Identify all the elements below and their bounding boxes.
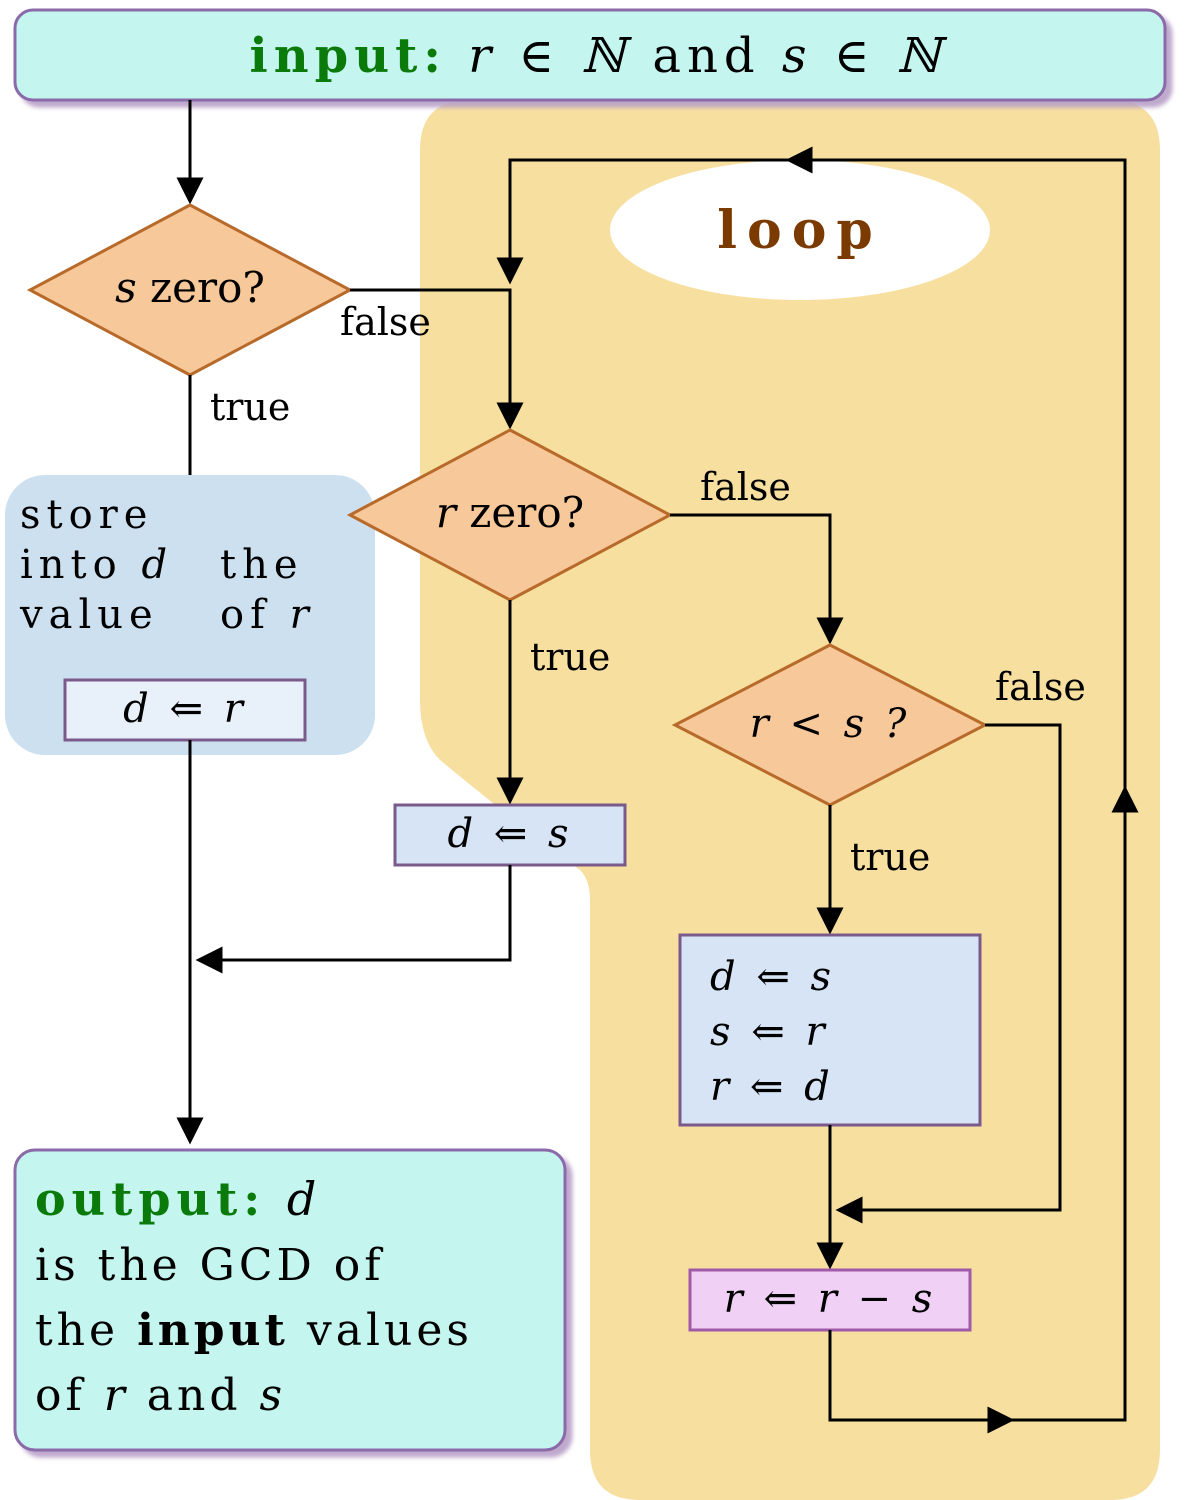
input-s-expr: s ∈ ℕ (782, 28, 948, 84)
label-szero-true: true (210, 385, 290, 429)
label-szero-false: false (340, 300, 431, 344)
decision-s-zero-text: s zero? (115, 263, 265, 312)
svg-text:output: d: output: d (35, 1172, 322, 1226)
label-rlts-true: true (850, 835, 930, 879)
label-rzero-false: false (700, 465, 791, 509)
output-d: d (287, 1172, 322, 1226)
swap-l3: r ⇐ d (710, 1064, 834, 1110)
output-l3a: the (35, 1305, 119, 1356)
output-l3c: values (306, 1305, 473, 1356)
svg-text:d ⇐ s s ⇐ r r ⇐ d: d ⇐ s s ⇐ r r ⇐ d (710, 954, 852, 1110)
output-label: output: (35, 1172, 266, 1226)
assign-d-r-text: d ⇐ r (123, 686, 247, 732)
decision-r-zero-text: r zero? (436, 488, 584, 537)
output-l3b: input (137, 1305, 289, 1356)
swap-l1: d ⇐ s (710, 954, 835, 1000)
store-l2b: the (220, 542, 304, 588)
label-rzero-true: true (530, 635, 610, 679)
svg-text:the input: the input values (35, 1305, 473, 1356)
svg-text:input: r ∈ ℕ: input: r ∈ ℕ and s ∈ ℕ (250, 28, 948, 84)
loop-label: loop (717, 200, 882, 261)
decision-r-lt-s-text: r < s ? (750, 701, 911, 747)
input-label: input: (250, 28, 447, 84)
svg-text:of r and s: of r and s (35, 1370, 286, 1421)
input-r-expr: r ∈ ℕ (468, 28, 632, 84)
update-r-text: r ⇐ r − s (724, 1276, 937, 1322)
store-l2a: into d (20, 542, 173, 588)
store-l3a: value (19, 592, 159, 638)
label-rlts-false: false (995, 665, 1086, 709)
swap-l2: s ⇐ r (710, 1009, 829, 1055)
output-l2: is the GCD of (35, 1240, 385, 1291)
assign-d-s-text: d ⇐ s (447, 811, 572, 857)
flowchart-diagram: loop input: r ∈ ℕ and s ∈ ℕ s zero? s ze… (0, 0, 1200, 1500)
store-l1: store (20, 492, 153, 538)
edge-ds-to-merge (200, 865, 510, 960)
store-l3b: of r (220, 592, 315, 638)
input-and: and (652, 28, 760, 84)
